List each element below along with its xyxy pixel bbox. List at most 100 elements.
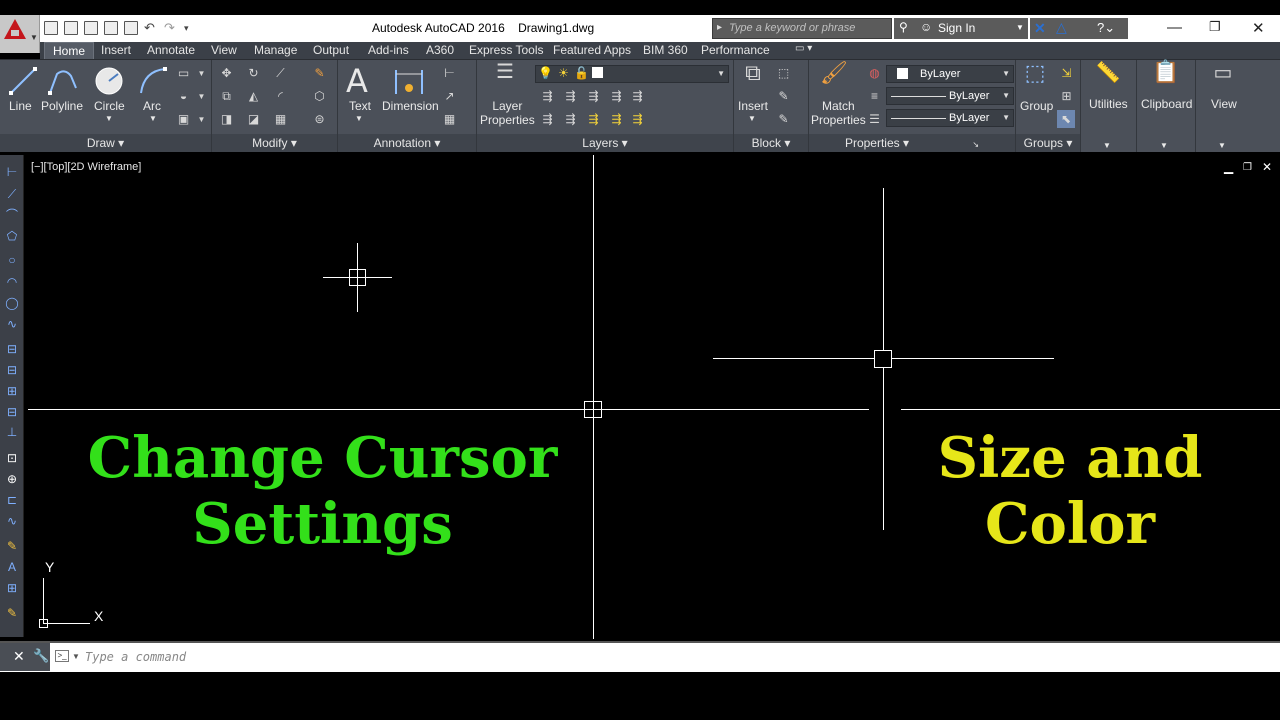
utilities-button[interactable]: Utilities [1089,97,1128,111]
edit-attributes-icon[interactable]: ✎ [776,113,791,126]
chevron-down-icon[interactable]: ▼ [194,67,209,80]
restore-icon[interactable]: ❐ [1209,19,1221,35]
toolbar-ellipse-icon[interactable]: ◯ [4,295,20,311]
toolbar-edit-icon[interactable]: ✎ [4,605,20,621]
toolbar-construction-line-icon[interactable]: ⟋ [4,186,20,202]
toolbar-polyline-icon[interactable]: ⌒ [4,207,20,223]
ribbon-minimize-icon[interactable]: ▭ ▾ [795,42,812,59]
layer-tool-icon[interactable]: ⇶ [563,90,578,103]
copy-icon[interactable]: ⧉ [219,90,234,103]
chevron-down-icon[interactable]: ▼ [1016,23,1024,32]
circle-icon[interactable] [94,66,124,96]
stretch-icon[interactable]: ◨ [219,113,234,126]
clipboard-icon[interactable]: 📋 [1152,61,1180,93]
command-input[interactable]: Type a command [85,650,186,664]
layer-tool-icon[interactable]: ⇶ [609,113,624,126]
layer-tool-icon[interactable]: ⇶ [586,90,601,103]
panel-layers-title[interactable]: Layers ▾ [477,134,733,152]
trim-icon[interactable]: ⟋ [273,67,288,80]
layer-tool-icon[interactable]: ⇶ [630,113,645,126]
fillet-icon[interactable]: ◜ [273,90,288,103]
layer-tool-icon[interactable]: ⇶ [630,90,645,103]
line-button[interactable]: Line [9,99,32,113]
panel-draw-title[interactable]: Draw ▾ [0,134,211,152]
close-icon[interactable]: ✕ [13,648,25,665]
tab-a360[interactable]: A360 [426,42,454,59]
dimension-button[interactable]: Dimension [382,99,439,113]
group-button[interactable]: Group [1020,99,1053,113]
toolbar-spline-icon[interactable]: ∿ [4,316,20,332]
customize-qat-icon[interactable]: ▾ [184,21,198,35]
circle-button[interactable]: Circle [94,99,125,113]
panel-block-title[interactable]: Block ▾ [734,134,808,152]
layer-tool-icon[interactable]: ⇶ [586,113,601,126]
chevron-down-icon[interactable]: ▼ [1103,139,1111,153]
layer-properties-button[interactable]: Layer Properties [480,99,535,127]
group-selection-icon[interactable]: ⬉ [1057,110,1075,128]
table-icon[interactable]: ▦ [442,113,457,126]
toolbar-hatch-icon[interactable]: ⊏ [4,492,20,508]
toolbar-text-icon[interactable]: A [4,559,20,575]
close-icon[interactable]: ✕ [1252,19,1265,37]
save-as-icon[interactable] [104,21,118,35]
toolbar-point-icon[interactable]: ⊕ [4,471,20,487]
toolbar-dimension-icon[interactable]: ⊞ [4,383,20,399]
ungroup-icon[interactable]: ⇲ [1059,67,1074,80]
viewport-minimize-icon[interactable]: ▁ [1224,160,1233,174]
layer-tool-icon[interactable]: ⇶ [540,90,555,103]
polyline-icon[interactable] [47,66,79,96]
toolbar-dimension-icon[interactable]: ⊟ [4,362,20,378]
boundary-icon[interactable]: ▣ [176,113,191,126]
line-icon[interactable] [8,66,38,96]
chevron-down-icon[interactable]: ▼ [355,112,363,126]
print-icon[interactable] [124,21,138,35]
tab-express-tools[interactable]: Express Tools [469,42,543,59]
polyline-button[interactable]: Polyline [41,99,83,113]
measure-icon[interactable]: 📏 [1094,63,1122,93]
layer-tool-icon[interactable]: ⇶ [540,113,555,126]
explode-icon[interactable]: ⬡ [312,90,327,103]
binoculars-icon[interactable]: ⚲ [899,20,908,34]
toolbar-edit-icon[interactable]: ✎ [4,538,20,554]
toolbar-gradient-icon[interactable]: ∿ [4,513,20,529]
dialog-launcher-icon[interactable]: ↘ [972,140,979,149]
move-icon[interactable]: ✥ [219,67,234,80]
layer-tool-icon[interactable]: ⇶ [609,90,624,103]
toolbar-dimension-icon[interactable]: ⊟ [4,341,20,357]
toolbar-arc-icon[interactable]: ◠ [4,274,20,290]
tab-featured-apps[interactable]: Featured Apps [553,42,631,59]
tab-home[interactable]: Home [44,42,95,59]
chevron-down-icon[interactable]: ▼ [105,112,113,126]
toolbar-dimension-icon[interactable]: ⊥ [4,424,20,440]
a360-icon[interactable]: △ [1056,19,1067,36]
chevron-down-icon[interactable]: ▼ [72,652,80,661]
viewport-close-icon[interactable]: ✕ [1262,160,1272,174]
help-icon[interactable]: ?⌄ [1097,20,1115,36]
create-block-icon[interactable]: ⬚ [776,67,791,80]
insert-block-icon[interactable]: ⧉ [739,62,767,94]
command-prompt-icon[interactable]: >_ [55,650,69,662]
chevron-down-icon[interactable]: ▼ [1160,139,1168,153]
rotate-icon[interactable]: ↻ [246,67,261,80]
tab-output[interactable]: Output [313,42,349,59]
search-input[interactable]: Type a keyword or phrase [712,18,892,39]
new-file-icon[interactable] [44,21,58,35]
panel-modify-title[interactable]: Modify ▾ [212,134,337,152]
chevron-down-icon[interactable]: ▼ [149,112,157,126]
toolbar-circle-icon[interactable]: ○ [4,252,20,268]
group-icon[interactable]: ⬚ [1021,62,1049,94]
toolbar-polygon-icon[interactable]: ⬠ [4,228,20,244]
offset-icon[interactable]: ⊜ [312,113,327,126]
linear-dimension-icon[interactable]: ⊢ [442,67,457,80]
exchange-apps-icon[interactable]: ✕ [1034,20,1046,37]
match-properties-icon[interactable]: 🖌 [820,62,848,94]
tab-annotate[interactable]: Annotate [147,42,195,59]
tab-performance[interactable]: Performance [701,42,770,59]
insert-button[interactable]: Insert [738,99,768,113]
arc-button[interactable]: Arc [143,99,161,113]
chevron-down-icon[interactable]: ▼ [748,112,756,126]
panel-properties-title[interactable]: Properties ▾ ↘ [809,134,1015,152]
group-edit-icon[interactable]: ⊞ [1059,90,1074,103]
rectangle-icon[interactable]: ▭ [176,67,191,80]
viewport-restore-icon[interactable]: ❐ [1243,162,1252,173]
